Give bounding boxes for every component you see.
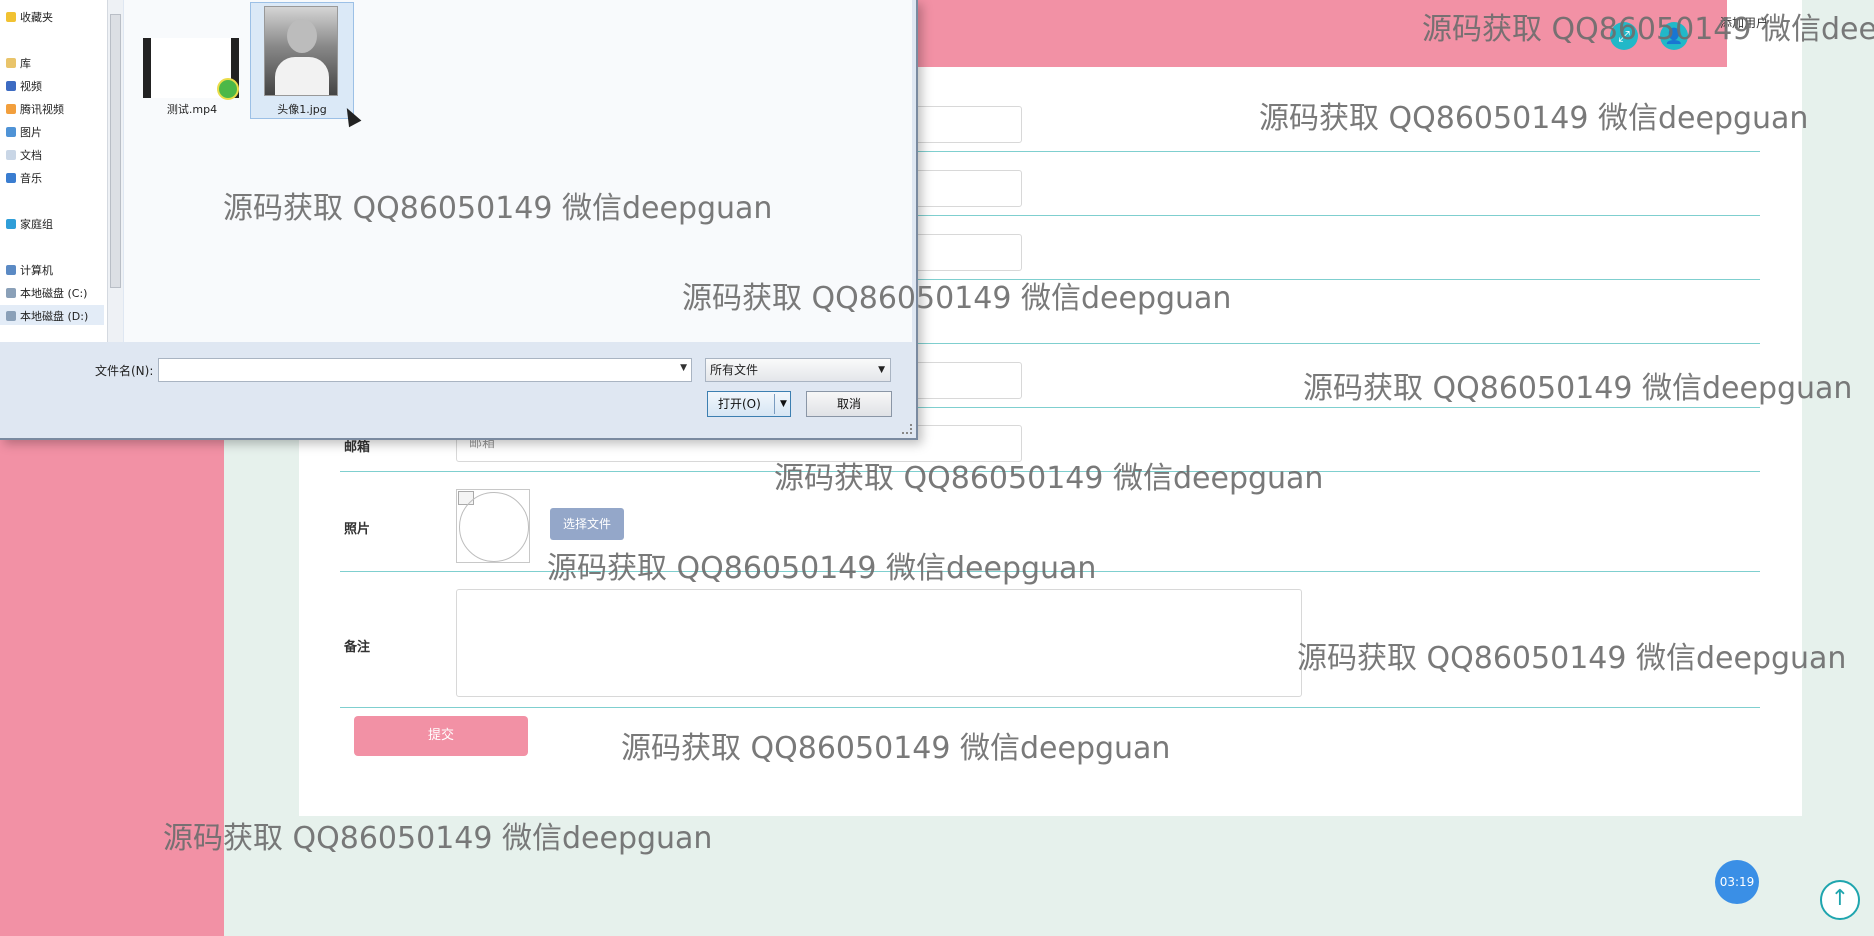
- music-icon: [6, 173, 16, 183]
- split-divider: [774, 394, 775, 414]
- watermark-text: 源码获取 QQ86050149 微信deepguan: [1259, 101, 1809, 136]
- nav-item-disk-c[interactable]: 本地磁盘 (C:): [6, 285, 87, 301]
- nav-item-music[interactable]: 音乐: [6, 170, 42, 186]
- nav-item-computer[interactable]: 计算机: [6, 262, 53, 278]
- scroll-top-arrow-icon[interactable]: ↑: [1820, 880, 1860, 920]
- chevron-down-icon: ▼: [878, 365, 885, 375]
- chevron-down-icon[interactable]: ▼: [680, 363, 687, 373]
- nav-label: 计算机: [20, 264, 53, 277]
- note-label: 备注: [344, 640, 371, 655]
- watermark-text: 源码获取 QQ86050149 微信deepguan: [1303, 371, 1853, 406]
- nav-label: 图片: [20, 126, 42, 139]
- photo-preview: [456, 489, 530, 563]
- homegroup-icon: [6, 219, 16, 229]
- resize-grip-icon[interactable]: [902, 424, 912, 434]
- watermark-text: 源码获取 QQ86050149 微信deepguan: [621, 731, 1171, 766]
- nav-item-tencent-video[interactable]: 腾讯视频: [6, 101, 64, 117]
- watermark-text: 源码获取 QQ86050149 微信deepguan: [223, 191, 773, 226]
- filetype-value: 所有文件: [710, 363, 759, 377]
- portrait-head: [287, 19, 317, 53]
- nav-label: 视频: [20, 80, 42, 93]
- pictures-icon: [6, 127, 16, 137]
- documents-icon: [6, 150, 16, 160]
- file-name-image[interactable]: 头像1.jpg: [266, 101, 338, 117]
- watermark-text: 源码获取 QQ86050149 微信deepguan: [682, 281, 1232, 316]
- nav-item-favorites[interactable]: 收藏夹: [6, 9, 53, 25]
- photo-label: 照片: [344, 522, 371, 537]
- open-button-label: 打开(O): [718, 397, 761, 411]
- watermark-text: 源码获取 QQ86050149 微信deepguan: [1422, 12, 1874, 47]
- dialog-nav-pane: 收藏夹 库 视频 腾讯视频 图片 文档 音乐 家庭组 计算机 本地磁盘 (C:)…: [0, 0, 107, 342]
- tencent-video-icon: [6, 104, 16, 114]
- nav-scrollbar[interactable]: [107, 0, 123, 342]
- watermark-text: 源码获取 QQ86050149 微信deepguan: [774, 461, 1324, 496]
- open-button[interactable]: 打开(O) ▼: [707, 391, 791, 417]
- clock-badge: 03:19: [1715, 860, 1759, 904]
- nav-label: 音乐: [20, 172, 42, 185]
- nav-label: 腾讯视频: [20, 103, 64, 116]
- filetype-select[interactable]: 所有文件 ▼: [705, 358, 891, 382]
- disk-icon: [6, 311, 16, 321]
- nav-item-homegroup[interactable]: 家庭组: [6, 216, 53, 232]
- row-divider: [340, 707, 1760, 708]
- nav-item-videos[interactable]: 视频: [6, 78, 42, 94]
- image-file-thumbnail[interactable]: [264, 6, 338, 96]
- nav-label: 本地磁盘 (C:): [20, 287, 88, 300]
- nav-item-pictures[interactable]: 图片: [6, 124, 42, 140]
- nav-item-disk-d[interactable]: 本地磁盘 (D:): [6, 308, 88, 324]
- nav-item-documents[interactable]: 文档: [6, 147, 42, 163]
- star-icon: [6, 12, 16, 22]
- nav-item-library[interactable]: 库: [6, 55, 31, 71]
- chevron-down-icon[interactable]: ▼: [780, 392, 787, 416]
- filename-label: 文件名(N):: [95, 364, 154, 378]
- filename-input[interactable]: ▼: [158, 358, 692, 382]
- nav-label: 家庭组: [20, 218, 53, 231]
- nav-label: 文档: [20, 149, 42, 162]
- watermark-text: 源码获取 QQ86050149 微信deepguan: [163, 821, 713, 856]
- library-icon: [6, 58, 16, 68]
- portrait-body: [275, 57, 329, 95]
- video-folder-icon: [6, 81, 16, 91]
- nav-scrollbar-thumb[interactable]: [110, 14, 121, 288]
- play-icon: [217, 78, 239, 100]
- watermark-text: 源码获取 QQ86050149 微信deepguan: [547, 551, 1097, 586]
- cancel-button[interactable]: 取消: [806, 391, 892, 417]
- note-textarea[interactable]: [456, 589, 1302, 697]
- choose-file-button[interactable]: 选择文件: [550, 508, 624, 540]
- nav-label: 库: [20, 57, 31, 70]
- submit-button[interactable]: 提交: [354, 716, 528, 756]
- computer-icon: [6, 265, 16, 275]
- nav-label: 收藏夹: [20, 11, 53, 24]
- disk-icon: [6, 288, 16, 298]
- nav-label: 本地磁盘 (D:): [20, 310, 89, 323]
- watermark-text: 源码获取 QQ86050149 微信deepguan: [1297, 641, 1847, 676]
- file-name-video[interactable]: 测试.mp4: [160, 101, 224, 117]
- photo-circle-frame: [459, 492, 529, 562]
